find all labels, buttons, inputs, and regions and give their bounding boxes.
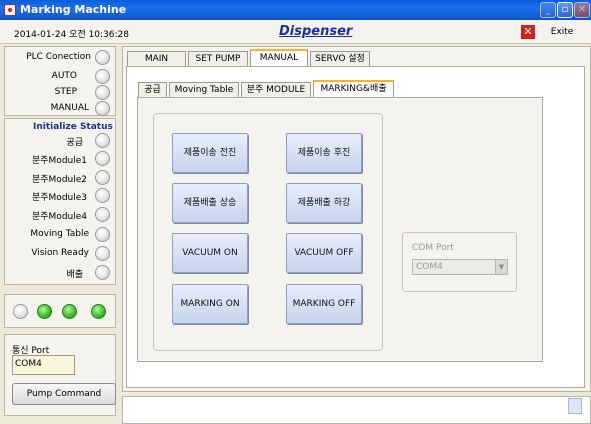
subtab-supply[interactable]: 공급: [138, 82, 167, 97]
vacuum-on-button[interactable]: VACUUM ON: [172, 233, 248, 273]
port-value-field: COM4: [12, 355, 75, 375]
indicator-led-1: [13, 304, 28, 319]
indicator-led-2: [37, 304, 52, 319]
datetime-label: 2014-01-24 오전 10:36:28: [14, 30, 130, 40]
initialize-status-panel: Initialize Status 공급 분주Module1 분주Module2…: [4, 118, 116, 285]
status-led-discharge: [95, 265, 110, 280]
maximize-button[interactable]: ▫: [557, 2, 573, 18]
manual-label: MANUAL: [50, 103, 89, 113]
status-led-module2: [95, 170, 110, 185]
status-led-supply: [95, 133, 110, 148]
tab-manual[interactable]: MANUAL: [250, 49, 308, 67]
status-led-vision-ready: [95, 246, 110, 261]
status-label-module4: 분주Module4: [31, 212, 87, 222]
exit-icon[interactable]: ✕: [521, 25, 535, 39]
step-led: [95, 85, 110, 100]
app-icon: [4, 4, 16, 16]
status-led-module1: [95, 151, 110, 166]
status-led-module4: [95, 207, 110, 222]
status-led-module3: [95, 188, 110, 203]
close-button[interactable]: ✕: [574, 2, 590, 18]
status-label-module2: 분주Module2: [31, 175, 87, 185]
tab-servo-settings[interactable]: SERVO 설정: [310, 51, 370, 66]
initialize-status-heading: Initialize Status: [33, 122, 113, 132]
auto-led: [95, 69, 110, 84]
plc-connection-led: [95, 50, 110, 65]
port-panel: 통신 Port COM4 Pump Command: [4, 334, 116, 416]
status-led-moving-table: [95, 227, 110, 242]
manual-led: [95, 101, 110, 116]
app-name-title: Dispenser: [279, 24, 353, 39]
pump-command-button[interactable]: Pump Command: [12, 383, 116, 405]
exit-button[interactable]: Exite: [538, 23, 586, 41]
subtab-dispensing-module[interactable]: 분주 MODULE: [241, 82, 311, 97]
product-transfer-forward-button[interactable]: 제품이송 전진: [172, 133, 248, 173]
marking-off-button[interactable]: MARKING OFF: [286, 284, 362, 324]
subtab-marking-discharge[interactable]: MARKING&배출: [313, 80, 394, 98]
status-label-moving-table: Moving Table: [30, 229, 89, 239]
plc-status-panel: PLC Conection AUTO STEP MANUAL: [4, 46, 116, 116]
status-label-module1: 분주Module1: [31, 156, 87, 166]
marking-on-button[interactable]: MARKING ON: [172, 284, 248, 324]
header-bar: 2014-01-24 오전 10:36:28 Dispenser ✕ Exite: [0, 20, 591, 44]
led-indicator-panel: [4, 294, 116, 328]
product-discharge-up-button[interactable]: 제품배출 상승: [172, 183, 248, 223]
product-discharge-down-button[interactable]: 제품배출 하강: [286, 183, 362, 223]
com-port-group: COM Port COM4 ▼: [402, 232, 517, 292]
tab-main[interactable]: MAIN: [127, 51, 186, 66]
window-title: Marking Machine: [20, 3, 127, 16]
com-port-select-value: COM4: [416, 262, 443, 272]
plc-connection-label: PLC Conection: [26, 52, 91, 62]
minimize-button[interactable]: _: [540, 2, 556, 18]
tab-set-pump[interactable]: SET PUMP: [188, 51, 248, 66]
com-port-select[interactable]: COM4: [412, 259, 508, 275]
window-titlebar: Marking Machine _ ▫ ✕: [0, 0, 591, 20]
status-label-supply: 공급: [66, 138, 83, 148]
indicator-led-4: [91, 304, 106, 319]
log-output-area[interactable]: [122, 396, 591, 424]
status-label-module3: 분주Module3: [31, 193, 87, 203]
auto-label: AUTO: [51, 71, 77, 81]
indicator-led-3: [62, 304, 77, 319]
resize-grip-icon[interactable]: [568, 398, 582, 414]
com-port-label: COM Port: [412, 243, 454, 253]
subtab-moving-table[interactable]: Moving Table: [169, 82, 239, 97]
product-transfer-backward-button[interactable]: 제품이송 후진: [286, 133, 362, 173]
vacuum-off-button[interactable]: VACUUM OFF: [286, 233, 362, 273]
chevron-down-icon[interactable]: ▼: [495, 260, 507, 274]
step-label: STEP: [54, 87, 77, 97]
status-label-vision-ready: Vision Ready: [31, 248, 89, 258]
status-label-discharge: 배출: [66, 270, 83, 280]
